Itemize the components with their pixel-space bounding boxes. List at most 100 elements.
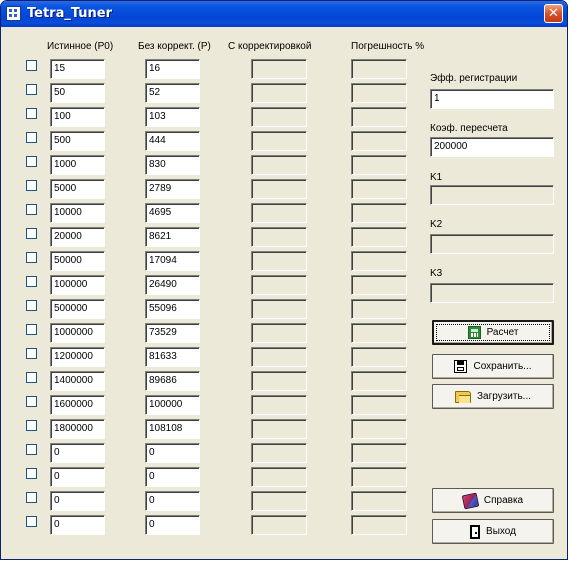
error-field — [351, 395, 407, 415]
uncorrected-field[interactable]: 8621 — [145, 227, 200, 247]
uncorrected-field[interactable]: 0 — [145, 443, 200, 463]
uncorrected-field[interactable]: 55096 — [145, 299, 200, 319]
close-icon[interactable]: ✕ — [544, 4, 563, 23]
k3-label: K3 — [430, 268, 443, 279]
eff-reg-field[interactable]: 1 — [430, 89, 554, 109]
true-value-field[interactable]: 0 — [50, 515, 105, 535]
true-value-field[interactable]: 1200000 — [50, 347, 105, 367]
corrected-field — [251, 299, 307, 319]
row-checkbox[interactable] — [26, 324, 37, 335]
window-title: Tetra_Tuner — [27, 6, 113, 21]
uncorrected-field[interactable]: 81633 — [145, 347, 200, 367]
row-checkbox[interactable] — [26, 180, 37, 191]
true-value-field[interactable]: 0 — [50, 443, 105, 463]
row-checkbox[interactable] — [26, 108, 37, 119]
true-value-field[interactable]: 20000 — [50, 227, 105, 247]
error-field — [351, 83, 407, 103]
true-value-field[interactable]: 1600000 — [50, 395, 105, 415]
calculate-button[interactable]: Расчет — [432, 320, 554, 345]
error-field — [351, 467, 407, 487]
row-checkbox[interactable] — [26, 516, 37, 527]
header-corrected: С корректировкой — [228, 41, 312, 52]
corrected-field — [251, 491, 307, 511]
uncorrected-field[interactable]: 26490 — [145, 275, 200, 295]
corrected-field — [251, 275, 307, 295]
row-checkbox[interactable] — [26, 156, 37, 167]
error-field — [351, 323, 407, 343]
corrected-field — [251, 227, 307, 247]
row-checkbox[interactable] — [26, 492, 37, 503]
uncorrected-field[interactable]: 0 — [145, 491, 200, 511]
row-checkbox[interactable] — [26, 396, 37, 407]
uncorrected-field[interactable]: 52 — [145, 83, 200, 103]
true-value-field[interactable]: 5000 — [50, 179, 105, 199]
app-icon[interactable] — [6, 6, 21, 21]
exit-door-icon — [470, 524, 481, 539]
help-button[interactable]: Справка — [432, 488, 554, 513]
uncorrected-field[interactable]: 103 — [145, 107, 200, 127]
uncorrected-field[interactable]: 108108 — [145, 419, 200, 439]
error-field — [351, 179, 407, 199]
error-field — [351, 443, 407, 463]
true-value-field[interactable]: 0 — [50, 467, 105, 487]
row-checkbox[interactable] — [26, 84, 37, 95]
true-value-field[interactable]: 1000000 — [50, 323, 105, 343]
row-checkbox[interactable] — [26, 444, 37, 455]
uncorrected-field[interactable]: 16 — [145, 59, 200, 79]
true-value-field[interactable]: 100000 — [50, 275, 105, 295]
corrected-field — [251, 347, 307, 367]
uncorrected-field[interactable]: 73529 — [145, 323, 200, 343]
true-value-field[interactable]: 50000 — [50, 251, 105, 271]
uncorrected-field[interactable]: 2789 — [145, 179, 200, 199]
row-checkbox[interactable] — [26, 420, 37, 431]
uncorrected-field[interactable]: 0 — [145, 515, 200, 535]
corrected-field — [251, 515, 307, 535]
exit-button[interactable]: Выход — [432, 519, 554, 544]
save-button[interactable]: Сохранить... — [432, 354, 554, 379]
error-field — [351, 155, 407, 175]
row-checkbox[interactable] — [26, 348, 37, 359]
true-value-field[interactable]: 1000 — [50, 155, 105, 175]
true-value-field[interactable]: 1800000 — [50, 419, 105, 439]
uncorrected-field[interactable]: 100000 — [145, 395, 200, 415]
true-value-field[interactable]: 500000 — [50, 299, 105, 319]
header-true-value: Истинное (P0) — [47, 41, 114, 52]
client-area: Истинное (P0) Без коррект. (P) С коррект… — [4, 27, 564, 556]
uncorrected-field[interactable]: 17094 — [145, 251, 200, 271]
true-value-field[interactable]: 15 — [50, 59, 105, 79]
error-field — [351, 227, 407, 247]
true-value-field[interactable]: 0 — [50, 491, 105, 511]
true-value-field[interactable]: 100 — [50, 107, 105, 127]
title-bar[interactable]: Tetra_Tuner ✕ — [1, 1, 567, 27]
calculate-button-label: Расчет — [486, 327, 519, 338]
error-field — [351, 347, 407, 367]
row-checkbox[interactable] — [26, 132, 37, 143]
row-checkbox[interactable] — [26, 204, 37, 215]
k1-label: K1 — [430, 172, 443, 183]
row-checkbox[interactable] — [26, 228, 37, 239]
row-checkbox[interactable] — [26, 372, 37, 383]
true-value-field[interactable]: 1400000 — [50, 371, 105, 391]
corrected-field — [251, 107, 307, 127]
uncorrected-field[interactable]: 89686 — [145, 371, 200, 391]
error-field — [351, 131, 407, 151]
load-button[interactable]: Загрузить... — [432, 384, 554, 409]
true-value-field[interactable]: 500 — [50, 131, 105, 151]
true-value-field[interactable]: 10000 — [50, 203, 105, 223]
uncorrected-field[interactable]: 830 — [145, 155, 200, 175]
row-checkbox[interactable] — [26, 252, 37, 263]
conv-coef-field[interactable]: 200000 — [430, 137, 554, 157]
row-checkbox[interactable] — [26, 468, 37, 479]
error-field — [351, 251, 407, 271]
corrected-field — [251, 371, 307, 391]
error-field — [351, 107, 407, 127]
uncorrected-field[interactable]: 0 — [145, 467, 200, 487]
uncorrected-field[interactable]: 4695 — [145, 203, 200, 223]
row-checkbox[interactable] — [26, 60, 37, 71]
row-checkbox[interactable] — [26, 300, 37, 311]
row-checkbox[interactable] — [26, 276, 37, 287]
true-value-field[interactable]: 50 — [50, 83, 105, 103]
corrected-field — [251, 323, 307, 343]
uncorrected-field[interactable]: 444 — [145, 131, 200, 151]
error-field — [351, 371, 407, 391]
